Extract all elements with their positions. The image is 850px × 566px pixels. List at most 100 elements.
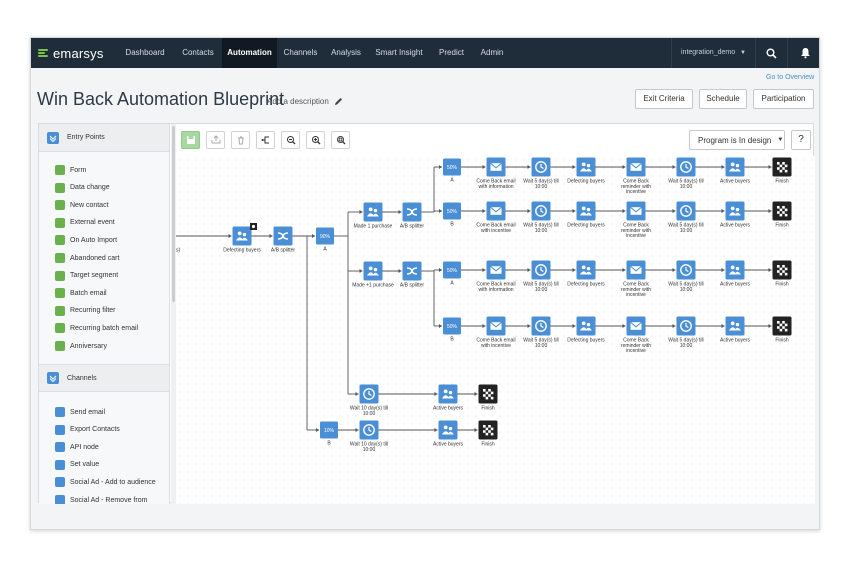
flow-row2-pct[interactable]: 50% B [443, 202, 461, 228]
flow-row1-active[interactable]: Active buyers [720, 157, 751, 185]
sidebar-item-send-email[interactable]: Send email [55, 406, 105, 418]
sidebar-item-recurring-filter[interactable]: Recurring filter [55, 305, 116, 317]
export-button[interactable] [206, 131, 225, 149]
help-button[interactable]: ? [791, 130, 811, 150]
zoom-in-button[interactable] [306, 131, 325, 149]
sidebar-item-on-auto-import[interactable]: On Auto Import [55, 234, 117, 246]
nav-admin[interactable]: Admin [473, 38, 511, 68]
entry-points-header[interactable]: Entry Points [39, 124, 169, 152]
sidebar-item-new-contact[interactable]: New contact [55, 199, 109, 211]
add-description[interactable]: Add a description [267, 96, 344, 107]
flow-row3-fin[interactable]: Finish [772, 260, 792, 288]
flow-node-w10a[interactable]: Wait 10 day(s) till10:00 [350, 384, 388, 417]
flow-row4-email[interactable]: Come Back emailwith incentive [476, 316, 516, 349]
flow-row2-active[interactable]: Active buyers [720, 201, 751, 229]
nav-contacts[interactable]: Contacts [174, 38, 222, 68]
sidebar-item-data-change[interactable]: Data change [55, 182, 110, 194]
flow-row3-remind[interactable]: Come Backreminder withincentive [621, 260, 651, 299]
flow-row3-wait[interactable]: Wait 5 day(s) till10:00 [523, 260, 559, 293]
sidebar-item-abandoned-cart[interactable]: Abandoned cart [55, 252, 119, 264]
sidebar-item-anniversary[interactable]: Anniversary [55, 340, 107, 352]
sidebar-item-export-contacts[interactable]: Export Contacts [55, 424, 120, 436]
sidebar-item-api-node[interactable]: API node [55, 441, 99, 453]
go-to-overview-link[interactable]: Go to Overview [766, 74, 814, 81]
flow-node-fin10a[interactable]: Finish [478, 384, 498, 412]
flow-node-ab3[interactable]: A/B splitter [400, 261, 425, 289]
flow-row4-active[interactable]: Active buyers [720, 316, 751, 344]
flow-row4-fin[interactable]: Finish [772, 316, 792, 344]
flow-row1-defect[interactable]: Defecting buyers [567, 157, 605, 185]
notifications-button[interactable] [789, 38, 819, 68]
flow-row2-remind[interactable]: Come Backreminder withincentive [621, 201, 651, 240]
flow-row1-email[interactable]: Come Back emailwith information [476, 157, 516, 190]
flow-node-made1[interactable]: Made 1 purchase [354, 202, 393, 230]
nav-dashboard[interactable]: Dashboard [116, 38, 174, 68]
flow-node-start[interactable]: Every 1 day(s) [176, 227, 180, 254]
sidebar-item-social-ad-add-to-audience[interactable]: Social Ad - Add to audience [55, 476, 156, 488]
flow-diagram[interactable]: Every 1 day(s) Defecting buyers A/B splitt… [176, 156, 815, 504]
delete-button[interactable] [231, 131, 250, 149]
flow-node-act10b[interactable]: Active buyers [433, 420, 464, 448]
flow-node-act10a[interactable]: Active buyers [433, 384, 464, 412]
sidebar-item-external-event[interactable]: External event [55, 217, 115, 229]
flow-node-w10b[interactable]: Wait 10 day(s) till10:00 [350, 420, 388, 453]
sidebar-item-batch-email[interactable]: Batch email [55, 287, 107, 299]
flow-row4-defect[interactable]: Defecting buyers [567, 316, 605, 344]
nav-predict[interactable]: Predict [430, 38, 473, 68]
sidebar-item-social-ad-remove-from[interactable]: Social Ad - Remove from [55, 494, 147, 504]
flow-node-ab1[interactable]: A/B splitter [271, 226, 296, 254]
flow-row4-pct[interactable]: 50% B [443, 317, 461, 343]
flow-row4-remind[interactable]: Come Backreminder withincentive [621, 316, 651, 355]
zoom-out-button[interactable] [281, 131, 300, 149]
flow-node-madep[interactable]: Made +1 purchase [352, 261, 394, 289]
flow-node-fin10b[interactable]: Finish [478, 420, 498, 448]
flow-row2-email[interactable]: Come Back emailwith incentive [476, 201, 516, 234]
flow-row3-defect[interactable]: Defecting buyers [567, 260, 605, 288]
sidebar-item-form[interactable]: Form [55, 164, 86, 176]
flow-node-p10b[interactable]: 10% B [320, 421, 338, 447]
user-menu[interactable]: integration_demo ▼ [671, 38, 756, 68]
flow-row1-remind[interactable]: Come Backreminder withincentive [621, 157, 651, 196]
flow-row3-active[interactable]: Active buyers [720, 260, 751, 288]
batch-email-icon [55, 288, 65, 299]
participation-button[interactable]: Participation [753, 89, 814, 109]
save-button[interactable] [181, 131, 200, 149]
emarsys-logo[interactable]: emarsys [38, 45, 104, 61]
schedule-button[interactable]: Schedule [699, 89, 747, 109]
sidebar-item-set-value[interactable]: Set value [55, 459, 99, 471]
flow-row1-wait2[interactable]: Wait 5 day(s) till10:00 [668, 157, 704, 190]
nav-channels[interactable]: Channels [277, 38, 324, 68]
sidebar-item-label: On Auto Import [70, 236, 118, 244]
email-icon [490, 321, 502, 330]
flow-row2-wait[interactable]: Wait 5 day(s) till10:00 [523, 201, 559, 234]
flow-node-p90a[interactable]: 90% A [316, 227, 334, 253]
auto-arrange-button[interactable] [256, 131, 275, 149]
flow-row1-fin[interactable]: Finish [772, 157, 792, 185]
nav-automation[interactable]: Automation [222, 38, 277, 68]
flow-row4-wait2[interactable]: Wait 5 day(s) till10:00 [668, 316, 704, 349]
sidebar-item-recurring-batch-email[interactable]: Recurring batch email [55, 322, 138, 334]
flow-canvas[interactable]: Every 1 day(s) Defecting buyers A/B splitt… [176, 156, 815, 504]
flow-row3-wait2[interactable]: Wait 5 day(s) till10:00 [668, 260, 704, 293]
percentage-icon: 50% [447, 324, 458, 330]
flow-row3-pct[interactable]: 50% A [443, 261, 461, 287]
sidebar-item-target-segment[interactable]: Target segment [55, 270, 118, 282]
search-button[interactable] [756, 38, 788, 68]
caret-down-icon: ▼ [740, 50, 746, 56]
channels-header[interactable]: Channels [39, 364, 169, 392]
flow-node-ab2[interactable]: A/B splitter [400, 202, 425, 230]
sidebar-scrollbar-thumb[interactable] [172, 126, 175, 302]
flow-row3-email[interactable]: Come Back emailwith information [476, 260, 516, 293]
flow-row2-fin[interactable]: Finish [772, 201, 792, 229]
flow-row1-wait[interactable]: Wait 5 day(s) till10:00 [523, 157, 559, 190]
flow-node-def[interactable]: Defecting buyers [223, 223, 261, 254]
flow-row4-wait[interactable]: Wait 5 day(s) till10:00 [523, 316, 559, 349]
exit-criteria-button[interactable]: Exit Criteria [635, 89, 693, 109]
program-status-dropdown[interactable]: Program is In design ▼ [689, 130, 785, 150]
flow-row2-defect[interactable]: Defecting buyers [567, 201, 605, 229]
zoom-fit-button[interactable] [331, 131, 350, 149]
nav-smart-insight[interactable]: Smart Insight [368, 38, 430, 68]
flow-row1-pct[interactable]: 50% A [443, 158, 461, 184]
nav-analysis[interactable]: Analysis [324, 38, 368, 68]
flow-row2-wait2[interactable]: Wait 5 day(s) till10:00 [668, 201, 704, 234]
